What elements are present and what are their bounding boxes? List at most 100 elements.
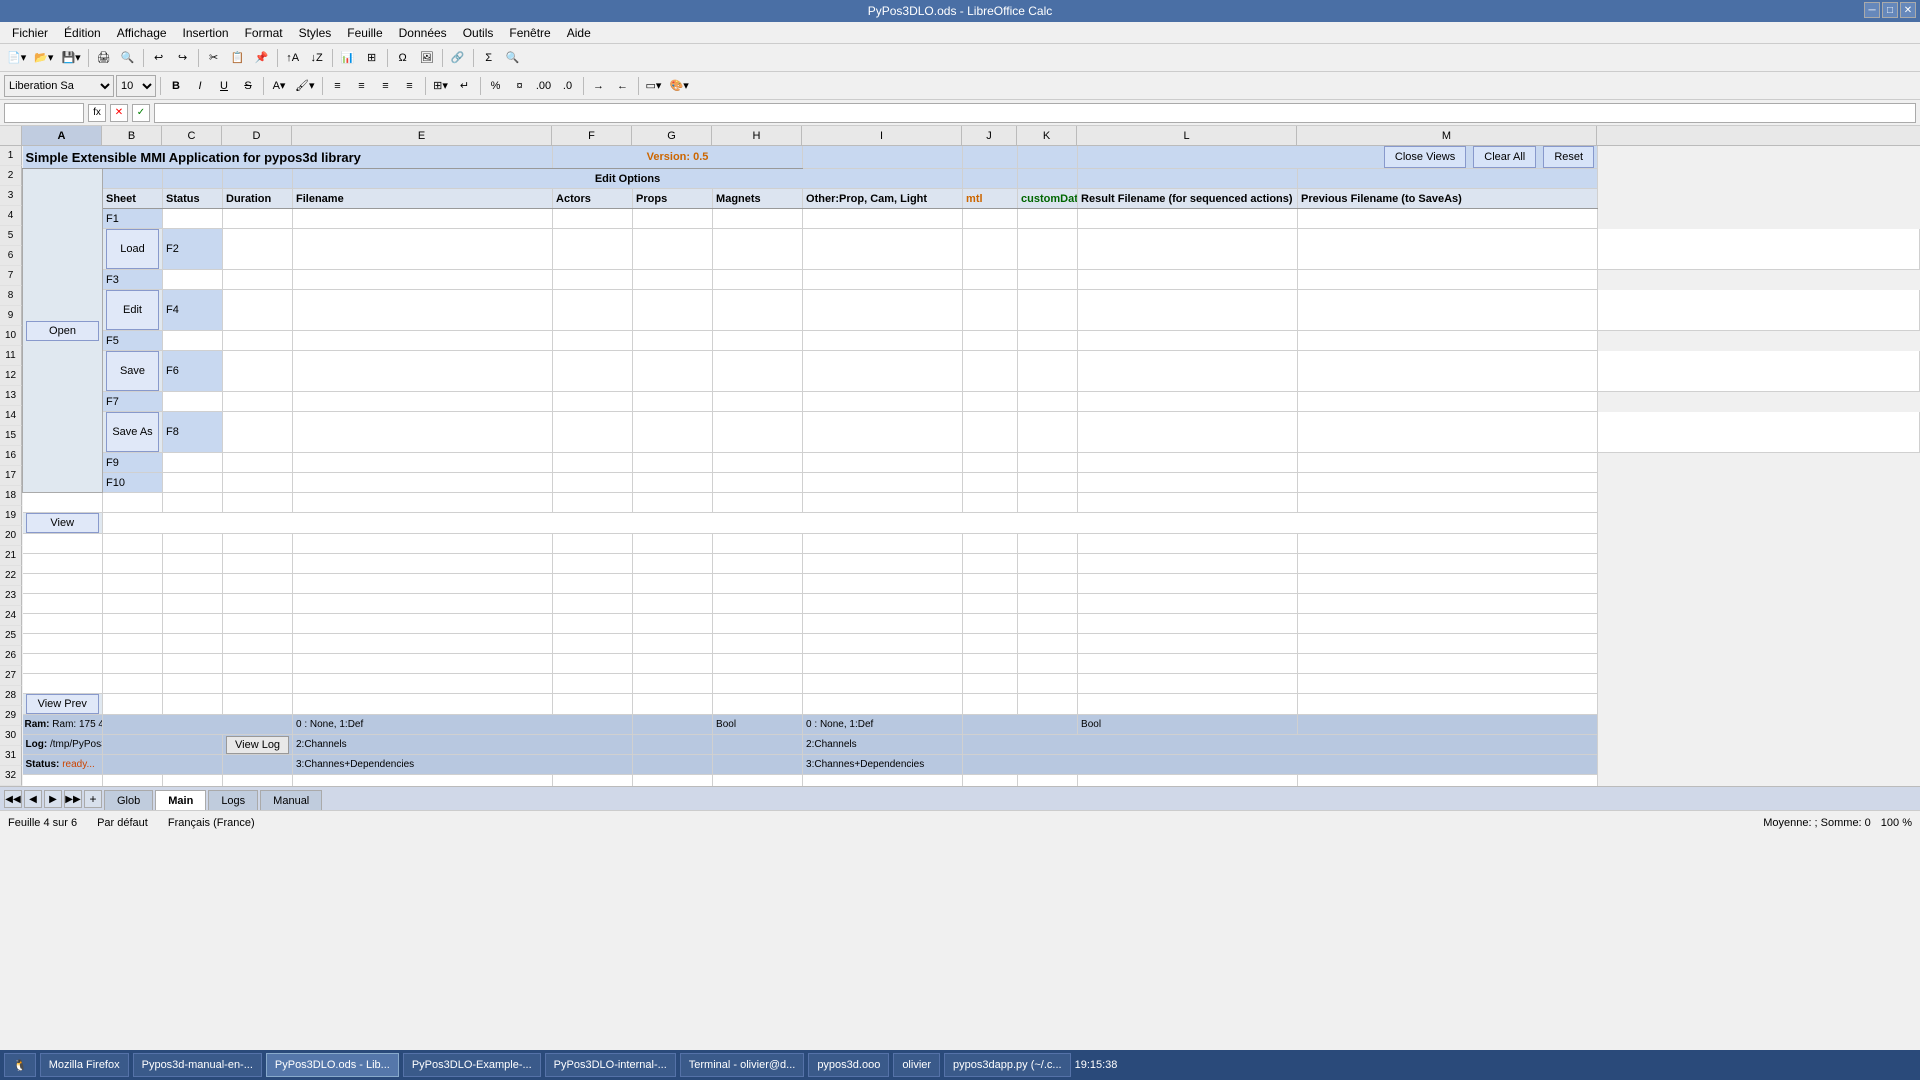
viewprev-sidebar-btn[interactable]: View Prev [26, 694, 100, 714]
cell-M4[interactable] [1298, 209, 1598, 229]
menu-aide[interactable]: Aide [559, 24, 599, 42]
tab-main[interactable]: Main [155, 790, 206, 810]
tab-add-btn[interactable]: + [84, 790, 102, 808]
row-header-7[interactable]: 7 [0, 266, 22, 286]
col-header-H[interactable]: H [712, 126, 802, 146]
cell-reference[interactable]: A34 [4, 103, 84, 123]
row-header-10[interactable]: 10 [0, 326, 22, 346]
menu-feuille[interactable]: Feuille [339, 24, 390, 42]
cell-K12[interactable] [1018, 453, 1078, 473]
saveas-sidebar-btn[interactable]: Save As [106, 412, 159, 452]
cell-A14[interactable] [23, 493, 103, 513]
cell-L5[interactable] [1298, 229, 1598, 270]
row-header-32[interactable]: 32 [0, 766, 22, 786]
confirm-formula-btn[interactable]: ✓ [132, 104, 150, 122]
cell-C3[interactable]: Status [163, 189, 223, 209]
sort-asc-btn[interactable]: ↑A [282, 47, 304, 69]
cell-C12[interactable] [163, 453, 223, 473]
row-header-25[interactable]: 25 [0, 626, 22, 646]
reset-button[interactable]: Reset [1543, 146, 1594, 168]
cell-K13[interactable] [1018, 473, 1078, 493]
cell-L11[interactable] [1298, 412, 1598, 453]
justify-btn[interactable]: ≡ [399, 75, 421, 97]
open-sidebar-btn[interactable]: Open [26, 321, 99, 341]
cell-I9[interactable] [963, 351, 1018, 392]
font-size-select[interactable]: 10 [116, 75, 156, 97]
cell-C13[interactable] [163, 473, 223, 493]
cell-A26[interactable]: Log: /tmp/PyPos3DApp1537p7x.log [23, 735, 103, 755]
merge-btn[interactable]: ⊞▾ [430, 75, 452, 97]
cell-E10[interactable] [293, 392, 553, 412]
view-sidebar-btn[interactable]: View [26, 513, 100, 533]
tab-nav-prev[interactable]: ◀ [24, 790, 42, 808]
calc-btn[interactable]: Σ [478, 47, 500, 69]
cell-F4[interactable] [553, 209, 633, 229]
cell-C2[interactable] [163, 169, 223, 189]
cell-C5[interactable] [223, 229, 293, 270]
cell-B15[interactable] [103, 513, 1598, 534]
close-icon[interactable]: ✕ [1900, 2, 1916, 18]
clear-all-button[interactable]: Clear All [1473, 146, 1536, 168]
cell-J4[interactable] [963, 209, 1018, 229]
cell-I4[interactable] [803, 209, 963, 229]
taskbar-internal[interactable]: PyPos3DLO-internal-... [545, 1053, 676, 1077]
cell-J9[interactable] [1018, 351, 1078, 392]
special-char-btn[interactable]: Ω [392, 47, 414, 69]
underline-btn[interactable]: U [213, 75, 235, 97]
tab-glob[interactable]: Glob [104, 790, 153, 810]
row-header-3[interactable]: 3 [0, 186, 22, 206]
row-header-31[interactable]: 31 [0, 746, 22, 766]
row-header-21[interactable]: 21 [0, 546, 22, 566]
view-log-button[interactable]: View Log [226, 736, 289, 754]
cell-D9[interactable] [293, 351, 553, 392]
row-header-17[interactable]: 17 [0, 466, 22, 486]
cell-F12[interactable] [553, 453, 633, 473]
tab-logs[interactable]: Logs [208, 790, 258, 810]
cell-I6[interactable] [803, 270, 963, 290]
cell-A21[interactable] [23, 634, 103, 654]
cell-D6[interactable] [223, 270, 293, 290]
cell-H6[interactable] [713, 270, 803, 290]
cell-E4[interactable] [293, 209, 553, 229]
zoom-btn[interactable]: 🔍 [502, 47, 524, 69]
cell-M5[interactable] [1598, 229, 1920, 270]
cell-G10[interactable] [633, 392, 713, 412]
cell-G9[interactable] [713, 351, 803, 392]
row-header-6[interactable]: 6 [0, 246, 22, 266]
menu-outils[interactable]: Outils [455, 24, 502, 42]
taskbar-calc[interactable]: PyPos3DLO.ods - Lib... [266, 1053, 399, 1077]
cell-M13[interactable] [1298, 473, 1598, 493]
cell-A7[interactable]: Edit [103, 290, 163, 331]
cell-I13[interactable] [803, 473, 963, 493]
cell-L4[interactable] [1078, 209, 1298, 229]
cell-A5[interactable]: Load [103, 229, 163, 270]
cell-M11[interactable] [1598, 412, 1920, 453]
cell-K6[interactable] [1018, 270, 1078, 290]
cell-E7[interactable] [553, 290, 633, 331]
taskbar-olivier[interactable]: olivier [893, 1053, 940, 1077]
cell-K9[interactable] [1078, 351, 1298, 392]
cell-G5[interactable] [713, 229, 803, 270]
menu-edition[interactable]: Édition [56, 24, 109, 42]
wrap-btn[interactable]: ↵ [454, 75, 476, 97]
row-header-29[interactable]: 29 [0, 706, 22, 726]
cell-K3[interactable]: customData [1018, 189, 1078, 209]
cell-H10[interactable] [713, 392, 803, 412]
insert-image-btn[interactable]: 🖼 [416, 47, 438, 69]
cell-D13[interactable] [223, 473, 293, 493]
cell-C7[interactable] [223, 290, 293, 331]
cell-I5[interactable] [963, 229, 1018, 270]
cell-C8[interactable] [163, 331, 223, 351]
row-header-30[interactable]: 30 [0, 726, 22, 746]
cell-L2[interactable] [1078, 169, 1298, 189]
cell-I11[interactable] [963, 412, 1018, 453]
cell-G11[interactable] [713, 412, 803, 453]
menu-insertion[interactable]: Insertion [175, 24, 237, 42]
cell-G4[interactable] [633, 209, 713, 229]
load-sidebar-btn[interactable]: Load [106, 229, 159, 269]
col-header-G[interactable]: G [632, 126, 712, 146]
row-header-8[interactable]: 8 [0, 286, 22, 306]
restore-icon[interactable]: □ [1882, 2, 1898, 18]
row-header-1[interactable]: 1 [0, 146, 22, 166]
col-header-K[interactable]: K [1017, 126, 1077, 146]
